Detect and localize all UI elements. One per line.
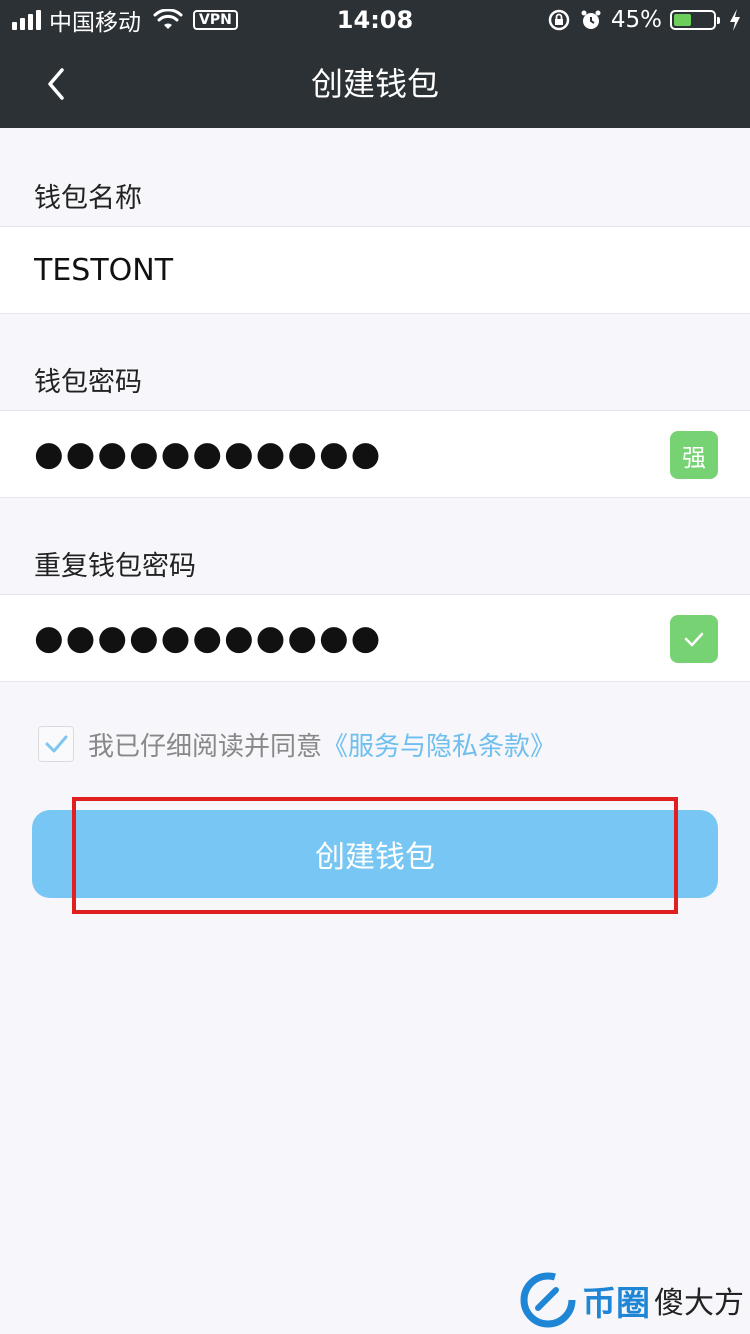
match-badge [670,615,718,663]
wallet-name-label: 钱包名称 [34,183,142,214]
status-bar: 中国移动 VPN 14:08 45% [0,0,750,40]
repeat-password-label: 重复钱包密码 [34,551,196,582]
nav-bar: 创建钱包 [0,40,750,128]
watermark-text-2: 傻大方 [654,1286,744,1321]
repeat-password-field[interactable] [0,594,750,682]
password-input[interactable] [34,434,634,474]
watermark-logo-icon [520,1272,576,1328]
terms-link[interactable]: 《服务与隐私条款》 [322,726,556,763]
wallet-name-field[interactable] [0,226,750,314]
watermark: 币圈 傻大方 [518,1270,744,1330]
create-wallet-button[interactable]: 创建钱包 [32,810,718,898]
page-title: 创建钱包 [310,65,439,103]
strength-badge: 强 [670,431,718,479]
agree-text: 我已仔细阅读并同意 [88,731,323,762]
wallet-name-input[interactable] [34,252,634,288]
rotation-lock-icon [548,9,570,31]
alarm-icon [581,10,601,29]
agreement-row: 我已仔细阅读并同意 《服务与隐私条款》 [38,726,556,762]
agree-checkbox[interactable] [38,726,74,762]
battery-fill [674,14,692,26]
battery-icon [670,10,720,30]
battery-percent: 45% [610,7,662,33]
watermark-text: 币圈 [582,1283,650,1324]
password-label: 钱包密码 [34,367,142,398]
repeat-password-input[interactable] [34,618,634,658]
password-field[interactable]: 强 [0,410,750,498]
charging-icon [730,9,740,31]
status-right: 45% [547,6,742,34]
checkmark-icon [45,735,68,753]
check-icon [684,632,704,647]
